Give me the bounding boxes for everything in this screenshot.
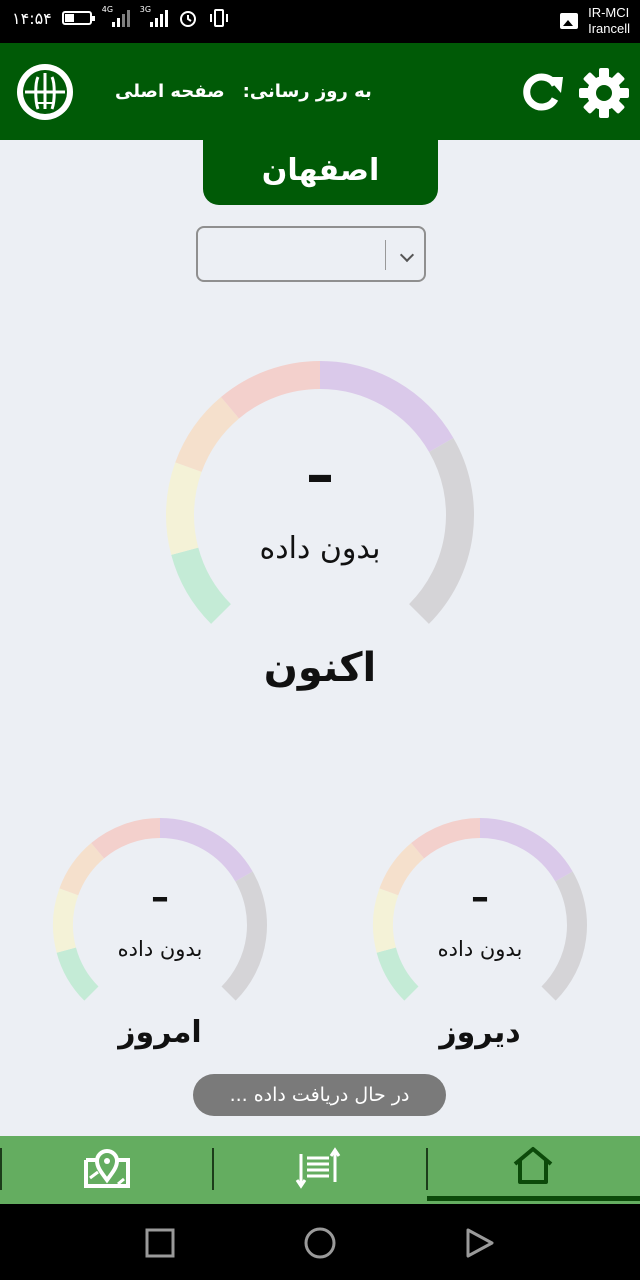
gauge-now: – بدون داده اکنون xyxy=(160,355,480,715)
square-icon[interactable] xyxy=(145,1228,175,1258)
nav-active-indicator xyxy=(427,1196,640,1201)
sort-icon xyxy=(295,1147,341,1189)
gauge-yesterday-status: بدون داده xyxy=(437,937,523,961)
status-bar: ۱۴:۵۴ 4G 3G IR-MCI Irancell xyxy=(0,0,640,43)
gauge-today-value: – xyxy=(151,877,169,918)
gauge-segment xyxy=(159,818,253,882)
vibrate-icon xyxy=(209,9,228,27)
update-label: به روز رسانی: xyxy=(242,81,372,102)
gauge-today-status: بدون داده xyxy=(117,937,203,961)
gauge-now-label: اکنون xyxy=(263,645,377,691)
map-icon xyxy=(84,1149,130,1188)
select-divider xyxy=(385,240,386,270)
organization-logo xyxy=(17,64,73,120)
circle-icon[interactable] xyxy=(303,1226,337,1260)
network-type-2: 3G xyxy=(139,5,152,14)
gauge-segment xyxy=(319,361,454,453)
gauge-segment xyxy=(479,818,573,882)
alarm-icon xyxy=(179,11,196,27)
home-icon xyxy=(513,1147,553,1184)
gauge-yesterday: – بدون داده دیروز xyxy=(370,815,590,1065)
system-nav-bar xyxy=(0,1204,640,1280)
gauge-yesterday-label: دیروز xyxy=(439,1015,521,1050)
network-type-1: 4G xyxy=(101,5,114,14)
refresh-icon[interactable] xyxy=(519,69,565,115)
gauge-now-status: بدون داده xyxy=(259,531,381,566)
loading-toast: در حال دریافت داده ... xyxy=(193,1074,446,1116)
page-name: صفحه اصلی xyxy=(115,81,225,102)
gauge-segment xyxy=(221,361,321,419)
battery-level xyxy=(64,14,74,22)
gauge-now-value: – xyxy=(306,443,334,508)
gear-icon[interactable] xyxy=(578,67,630,119)
nav-item-home[interactable] xyxy=(427,1136,640,1204)
bottom-nav xyxy=(0,1136,640,1204)
clock: ۱۴:۵۴ xyxy=(12,8,52,28)
nav-item-sort[interactable] xyxy=(213,1136,426,1204)
status-right: IR-MCI Irancell xyxy=(560,5,630,37)
triangle-icon[interactable] xyxy=(465,1227,495,1259)
gauge-segment xyxy=(411,818,481,859)
update-status: به روز رسانی: صفحه اصلی xyxy=(115,81,372,102)
city-title: اصفهان xyxy=(203,140,438,205)
image-notification-icon xyxy=(560,13,579,29)
station-select[interactable] xyxy=(196,226,426,282)
signal-icon-2: 3G xyxy=(140,5,168,27)
gauge-today: – بدون داده امروز xyxy=(50,815,270,1065)
app-bar: به روز رسانی: صفحه اصلی xyxy=(0,43,640,140)
chevron-down-icon xyxy=(399,247,415,263)
gauge-today-label: امروز xyxy=(118,1015,202,1050)
carrier-2: Irancell xyxy=(588,21,630,36)
carriers: IR-MCI Irancell xyxy=(588,5,630,37)
signal-icon-1: 4G xyxy=(102,5,130,27)
status-left: ۱۴:۵۴ 4G 3G xyxy=(12,5,230,28)
gauge-segment xyxy=(91,818,161,859)
battery-icon xyxy=(61,11,95,25)
gauge-yesterday-value: – xyxy=(471,877,489,918)
carrier-1: IR-MCI xyxy=(588,5,630,20)
nav-item-map[interactable] xyxy=(0,1136,213,1204)
